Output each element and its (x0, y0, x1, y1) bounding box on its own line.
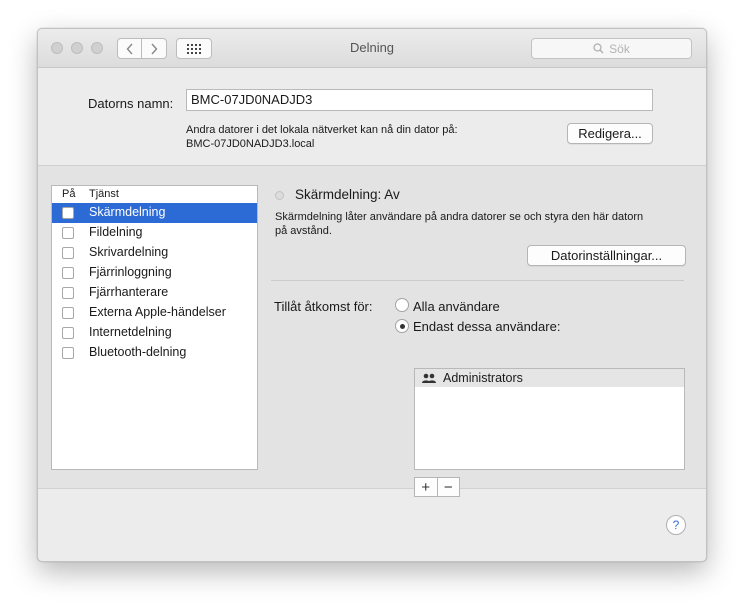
service-label: Fjärrhanterare (89, 285, 169, 299)
service-checkbox[interactable] (62, 307, 74, 319)
option-all-users-label: Alla användare (413, 299, 500, 314)
computer-name-field[interactable]: BMC-07JD0NADJD3 (186, 89, 653, 111)
service-description-line2: på avstånd. (275, 225, 332, 237)
search-placeholder: Sök (609, 41, 630, 56)
service-label: Fjärrinloggning (89, 265, 172, 279)
computer-name-label: Datorns namn: (88, 96, 174, 111)
service-checkbox[interactable] (62, 287, 74, 299)
radio-only-these-users[interactable] (395, 319, 409, 333)
service-checkbox[interactable] (62, 327, 74, 339)
service-row-printer-sharing[interactable]: Skrivardelning (52, 243, 257, 263)
radio-all-users[interactable] (395, 298, 409, 312)
edit-button[interactable]: Redigera... (567, 123, 653, 144)
search-field[interactable]: Sök (531, 38, 692, 59)
user-row-administrators[interactable]: Administrators (415, 369, 684, 387)
divider (271, 280, 684, 281)
remove-user-button[interactable]: − (438, 478, 460, 496)
help-button[interactable]: ? (666, 515, 686, 535)
list-header: På Tjänst (52, 186, 257, 204)
add-remove-control: + − (414, 477, 460, 497)
search-icon (593, 43, 604, 54)
service-row-remote-login[interactable]: Fjärrinloggning (52, 263, 257, 283)
service-label: Externa Apple-händelser (89, 305, 226, 319)
service-label: Skärmdelning (89, 205, 166, 219)
service-row-remote-management[interactable]: Fjärrhanterare (52, 283, 257, 303)
services-section: På Tjänst Skärmdelning Fildelning Skriva… (38, 166, 706, 497)
service-list[interactable]: På Tjänst Skärmdelning Fildelning Skriva… (51, 185, 258, 470)
service-label: Internetdelning (89, 325, 172, 339)
service-label: Bluetooth-delning (89, 345, 187, 359)
group-icon (422, 373, 436, 383)
option-only-these-users-label: Endast dessa användare: (413, 319, 561, 334)
computer-settings-button[interactable]: Datorinställningar... (527, 245, 686, 266)
service-description-line1: Skärmdelning låter användare på andra da… (275, 211, 644, 223)
access-label: Tillåt åtkomst för: (274, 299, 373, 314)
service-row-screen-sharing[interactable]: Skärmdelning (52, 203, 257, 223)
computer-name-section: Datorns namn: BMC-07JD0NADJD3 Andra dato… (38, 68, 706, 166)
column-service: Tjänst (89, 188, 119, 200)
service-checkbox[interactable] (62, 247, 74, 259)
service-checkbox[interactable] (62, 227, 74, 239)
add-user-button[interactable]: + (415, 478, 438, 496)
sharing-window: Delning Sök Datorns namn: BMC-07JD0NADJD… (37, 28, 707, 562)
service-row-bluetooth-sharing[interactable]: Bluetooth-delning (52, 343, 257, 363)
service-status: Skärmdelning: Av (295, 187, 400, 202)
status-indicator-icon (275, 191, 284, 200)
service-checkbox[interactable] (62, 267, 74, 279)
local-address: BMC-07JD0NADJD3.local (186, 138, 315, 150)
service-row-internet-sharing[interactable]: Internetdelning (52, 323, 257, 343)
user-label: Administrators (443, 371, 523, 385)
column-on: På (62, 188, 76, 200)
allowed-users-list[interactable]: Administrators (414, 368, 685, 470)
title-bar: Delning Sök (38, 29, 706, 68)
service-row-remote-apple-events[interactable]: Externa Apple-händelser (52, 303, 257, 323)
service-label: Skrivardelning (89, 245, 169, 259)
service-checkbox[interactable] (62, 347, 74, 359)
service-checkbox[interactable] (62, 207, 74, 219)
service-label: Fildelning (89, 225, 143, 239)
service-row-file-sharing[interactable]: Fildelning (52, 223, 257, 243)
local-address-info: Andra datorer i det lokala nätverket kan… (186, 124, 458, 136)
